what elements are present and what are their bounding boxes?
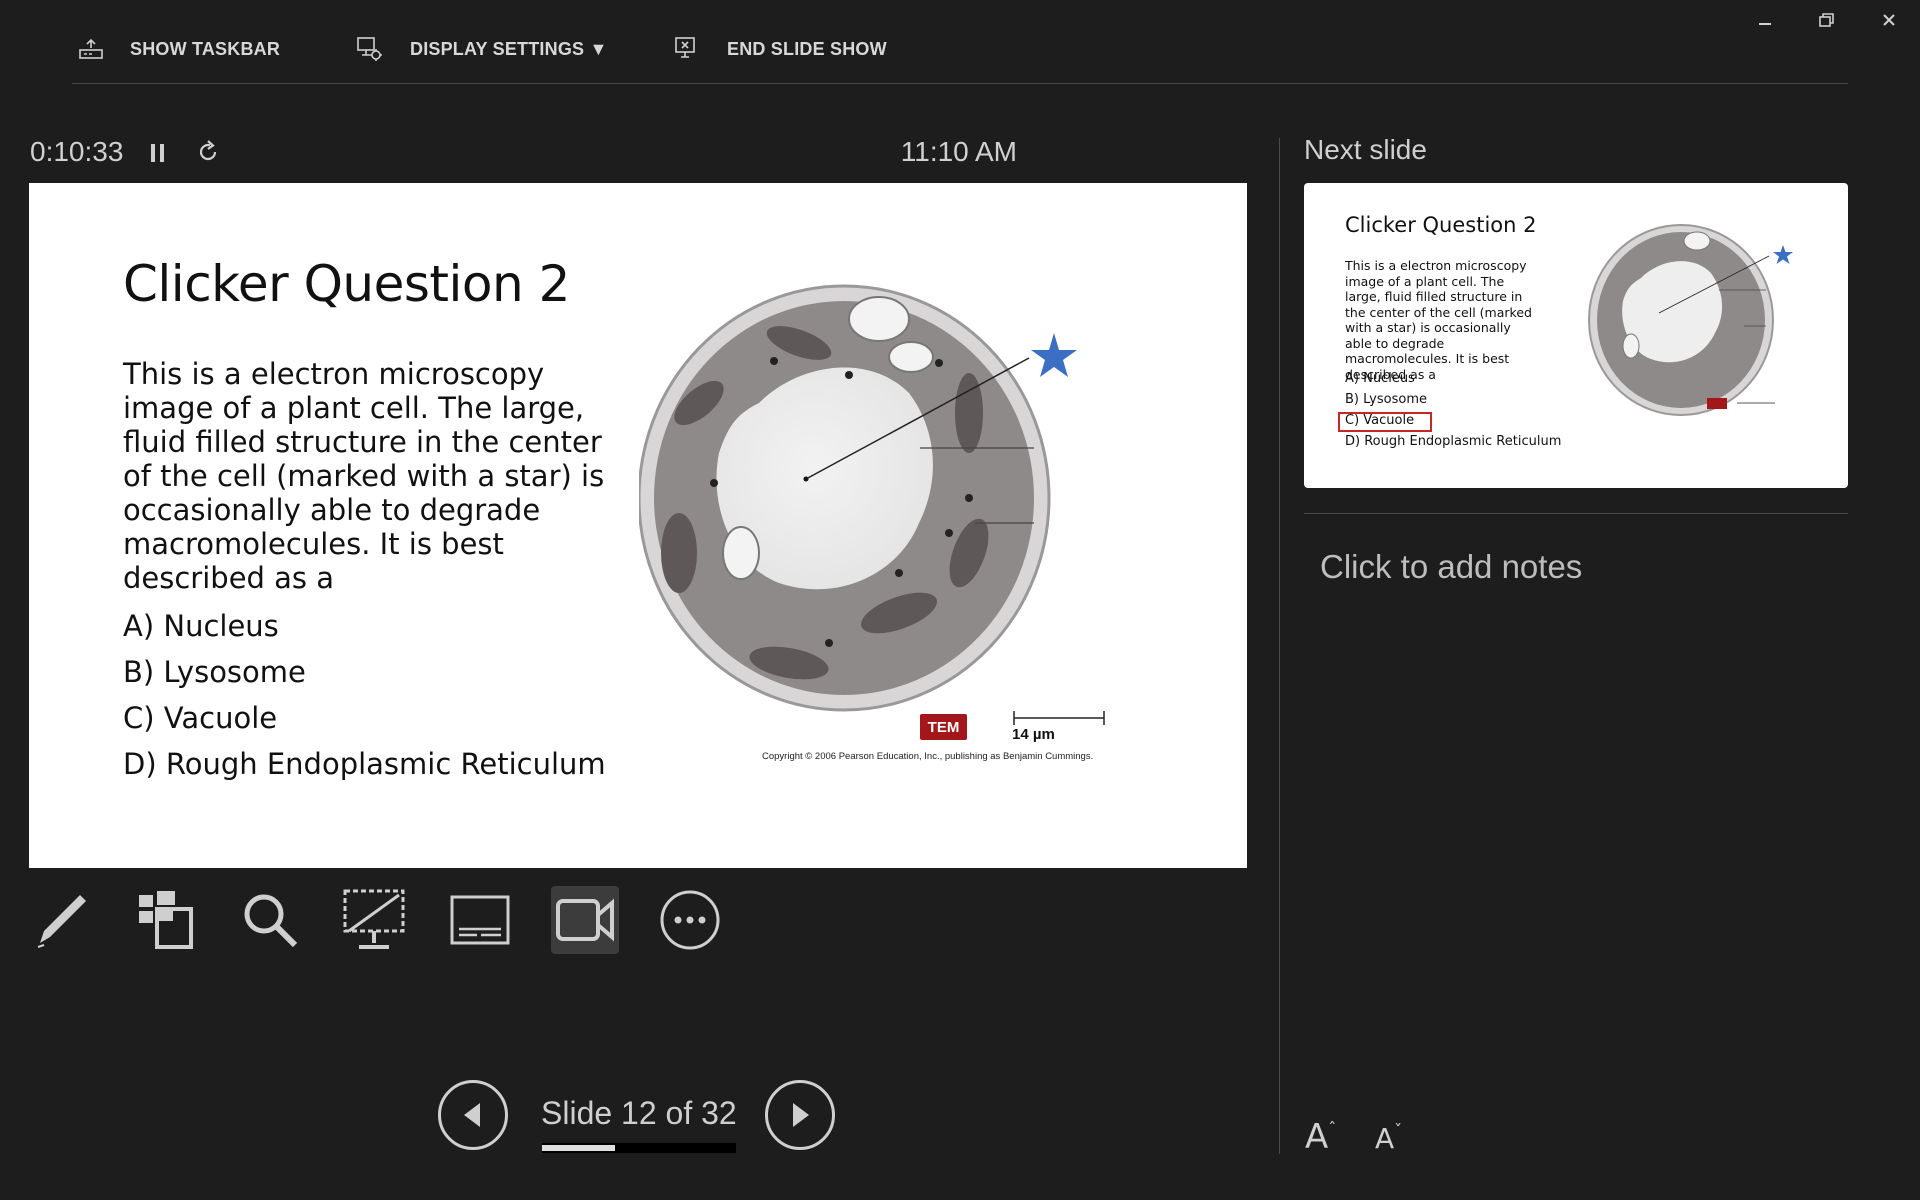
end-slide-show-label: END SLIDE SHOW [727, 38, 887, 59]
next-slide-thumbnail[interactable]: Clicker Question 2 This is a electron mi… [1304, 183, 1848, 488]
elapsed-timer: 0:10:33 [30, 136, 124, 167]
slide-option-b: B) Lysosome [123, 655, 306, 689]
slide-option-c: C) Vacuole [123, 701, 278, 735]
star-marker-icon [1031, 333, 1077, 377]
caret-up-icon: ˆ [1328, 1119, 1337, 1138]
current-time: 11:10 AM [900, 136, 1017, 167]
slide-title: Clicker Question 2 [123, 255, 570, 313]
thumb-option-d: D) Rough Endoplasmic Reticulum [1345, 434, 1562, 449]
toolbar-divider [72, 83, 1848, 84]
slide-counter[interactable]: Slide 12 of 32 [541, 1095, 737, 1132]
speaker-notes-area[interactable]: Click to add notes [1320, 548, 1582, 586]
decrease-font-label: A [1375, 1122, 1395, 1155]
close-button[interactable] [1869, 8, 1909, 32]
thumb-option-a: A) Nucleus [1345, 371, 1415, 386]
thumb-body: This is a electron microscopy image of a… [1345, 258, 1532, 382]
pause-icon [151, 144, 164, 162]
highlighted-answer-box [1338, 412, 1432, 432]
caret-down-icon: ˇ [1394, 1121, 1403, 1140]
increase-font-button[interactable]: Aˆ [1305, 1117, 1336, 1157]
more-options-icon [660, 890, 720, 950]
restore-icon [1819, 13, 1834, 27]
chevron-right-icon [793, 1103, 809, 1127]
camera-toggle-button[interactable] [551, 886, 619, 954]
restore-button[interactable] [1807, 8, 1847, 32]
see-all-slides-button[interactable] [130, 886, 198, 954]
slide-option-a: A) Nucleus [123, 609, 279, 643]
pause-timer-button[interactable] [148, 142, 168, 164]
pen-icon [37, 895, 86, 948]
previous-slide-button[interactable] [438, 1080, 508, 1150]
next-slide-label: Next slide [1304, 134, 1427, 165]
zoom-icon [244, 894, 298, 948]
decrease-font-button[interactable]: Aˇ [1375, 1121, 1403, 1155]
display-settings-button[interactable]: DISPLAY SETTINGS ▼ [356, 34, 607, 64]
zoom-button[interactable] [236, 886, 304, 954]
restart-timer-button[interactable] [196, 140, 220, 164]
minimize-icon [1759, 23, 1771, 25]
slide-option-d: D) Rough Endoplasmic Reticulum [123, 747, 606, 781]
copyright-text: Copyright © 2006 Pearson Education, Inc.… [762, 751, 1094, 762]
scale-bar-label: 14 µm [1012, 726, 1055, 743]
subtitles-icon [450, 895, 510, 945]
all-slides-icon [139, 891, 193, 949]
slide-progress-fill [542, 1145, 615, 1151]
black-screen-button[interactable] [340, 886, 408, 954]
panel-divider [1279, 138, 1280, 1154]
thumb-title: Clicker Question 2 [1345, 213, 1537, 237]
increase-font-label: A [1305, 1117, 1329, 1157]
display-settings-label: DISPLAY SETTINGS ▼ [410, 38, 608, 59]
taskbar-icon [79, 38, 103, 59]
slide-body: This is a electron microscopy image of a… [123, 357, 605, 595]
next-slide-button[interactable] [765, 1080, 835, 1150]
more-options-button[interactable] [656, 886, 724, 954]
restart-icon [199, 140, 217, 161]
end-show-icon [675, 37, 695, 58]
subtitles-button[interactable] [446, 886, 514, 954]
thumb-cell-image [1588, 224, 1793, 416]
chevron-left-icon [464, 1103, 480, 1127]
close-icon [1883, 14, 1895, 26]
slide-progress-bar [542, 1143, 736, 1153]
minimize-button[interactable] [1745, 8, 1785, 32]
thumb-option-b: B) Lysosome [1345, 392, 1427, 407]
camera-icon [556, 898, 614, 942]
current-slide[interactable]: Clicker Question 2 This is a electron mi… [29, 183, 1247, 868]
black-screen-icon [343, 889, 405, 949]
show-taskbar-button[interactable]: SHOW TASKBAR [78, 34, 280, 64]
display-settings-icon [357, 37, 382, 61]
pen-tool-button[interactable] [27, 886, 95, 954]
tem-badge: TEM [920, 714, 967, 740]
plant-cell-micrograph [639, 284, 1105, 725]
show-taskbar-label: SHOW TASKBAR [130, 38, 281, 59]
end-slide-show-button[interactable]: END SLIDE SHOW [673, 34, 887, 64]
notes-divider [1304, 513, 1848, 514]
